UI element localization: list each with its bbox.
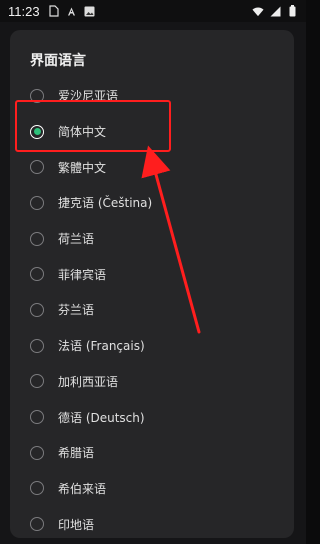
radio-unchecked-icon[interactable]: [30, 160, 44, 175]
language-option-label: 印地语: [58, 517, 95, 532]
language-option[interactable]: 德语 (Deutsch): [10, 399, 294, 435]
language-option-label: 捷克语 (Čeština): [58, 196, 153, 211]
language-option-label: 芬兰语: [58, 303, 95, 318]
wifi-icon: [252, 5, 264, 17]
language-option-label: 德语 (Deutsch): [58, 410, 145, 425]
notification-a-icon: [66, 5, 78, 17]
language-option[interactable]: 希伯来语: [10, 471, 294, 507]
radio-unchecked-icon[interactable]: [30, 445, 44, 460]
signal-icon: [269, 5, 281, 17]
language-option-label: 繁體中文: [58, 160, 107, 175]
language-option[interactable]: 荷兰语: [10, 221, 294, 257]
radio-unchecked-icon[interactable]: [30, 267, 44, 282]
language-option-label: 加利西亚语: [58, 374, 119, 389]
radio-unchecked-icon[interactable]: [30, 195, 44, 210]
language-option[interactable]: 芬兰语: [10, 292, 294, 328]
image-icon: [84, 5, 96, 17]
radio-unchecked-icon[interactable]: [30, 374, 44, 389]
radio-unchecked-icon[interactable]: [30, 410, 44, 425]
language-option-label: 法语 (Français): [58, 339, 145, 354]
radio-unchecked-icon[interactable]: [30, 302, 44, 317]
language-option[interactable]: 捷克语 (Čeština): [10, 185, 294, 221]
language-option-label: 荷兰语: [58, 232, 95, 247]
battery-icon: [286, 5, 298, 17]
dialog-title: 界面语言: [30, 53, 86, 69]
language-option-label: 希伯来语: [58, 481, 107, 496]
radio-unchecked-icon[interactable]: [30, 481, 44, 496]
language-option[interactable]: 印地语: [10, 506, 294, 538]
language-option-label: 菲律宾语: [58, 267, 107, 282]
radio-unchecked-icon[interactable]: [30, 231, 44, 246]
radio-unchecked-icon[interactable]: [30, 338, 44, 353]
status-bar: 11:23: [0, 0, 306, 22]
language-option[interactable]: 加利西亚语: [10, 364, 294, 400]
sim-icon: [48, 5, 60, 17]
highlight-box: [15, 100, 171, 152]
language-option-label: 希腊语: [58, 446, 95, 461]
language-option[interactable]: 繁體中文: [10, 149, 294, 185]
language-option[interactable]: 菲律宾语: [10, 256, 294, 292]
radio-unchecked-icon[interactable]: [30, 517, 44, 532]
language-option[interactable]: 希腊语: [10, 435, 294, 471]
language-option[interactable]: 法语 (Français): [10, 328, 294, 364]
status-time: 11:23: [8, 3, 40, 19]
